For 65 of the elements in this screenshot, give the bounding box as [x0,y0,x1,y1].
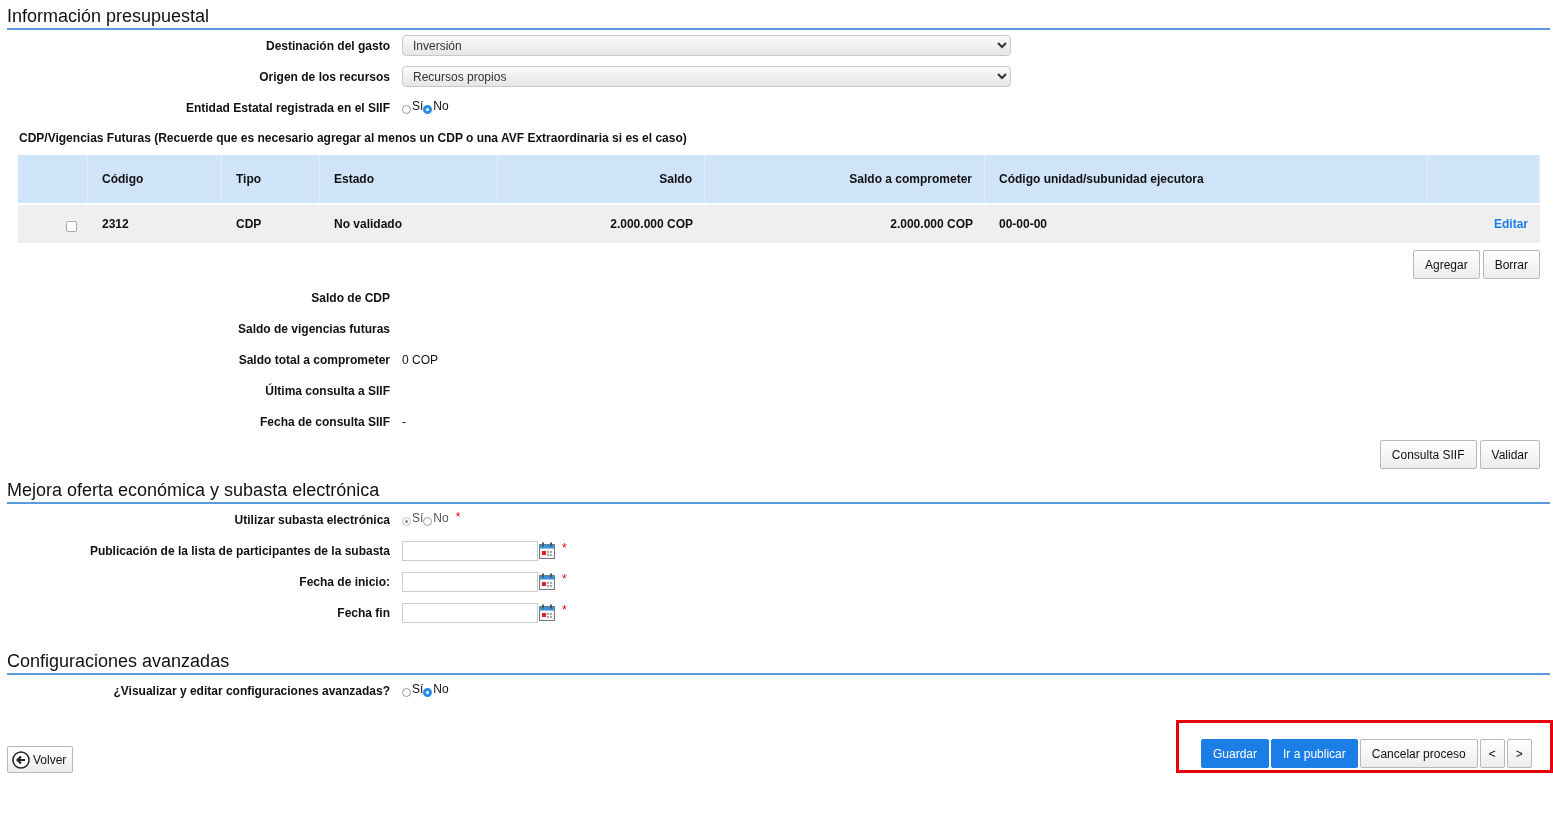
section-title: Configuraciones avanzadas [7,650,230,672]
summary-value: - [402,414,406,429]
summary-label: Fecha de consulta SIIF [258,414,391,429]
summary-label: Última consulta a SIIF [264,383,391,398]
date-field[interactable] [402,540,538,561]
field-label: Fecha de inicio: [298,574,391,589]
field-label: Fecha fin [336,605,391,620]
footer-button[interactable]: Cancelar proceso [1359,739,1478,768]
column-header: Tipo [236,172,262,186]
radio-label: Sí [412,681,424,696]
radio-label: No [433,681,449,696]
calendar-icon[interactable] [539,542,555,559]
summary-label: Saldo de CDP [310,290,391,305]
table-cell: 00-00-00 [999,217,1048,231]
field-label: ¿Visualizar y editar configuraciones avanzadas? [112,683,391,698]
required-asterisk: * [562,602,567,617]
table-cell: 2.000.000 COP [890,217,973,231]
required-asterisk: * [562,571,567,586]
column-header: Estado [334,172,374,186]
radio-label: Sí [412,98,424,113]
field-label: Origen de los recursos [258,69,391,84]
section-title: Información presupuestal [7,5,210,27]
column-header: Código [102,172,144,186]
dropdown[interactable]: Recursos propios [402,66,1011,87]
action-button[interactable]: Consulta SIIF [1379,440,1477,469]
required-asterisk: * [562,540,567,555]
table-cell: No validado [334,217,402,231]
row-checkbox[interactable] [66,220,77,232]
summary-value: 0 COP [402,352,438,367]
section-title: Mejora oferta económica y subasta electrónica [7,479,380,501]
column-header: Saldo [659,172,692,186]
date-field[interactable] [402,571,538,592]
radio-button[interactable] [423,104,433,114]
footer-button[interactable]: < [1479,739,1505,768]
radio-label: Sí [412,510,424,525]
radio-label: No [433,510,449,525]
action-button[interactable]: Validar [1479,440,1540,469]
field-label: Entidad Estatal registrada en el SIIF [184,100,391,115]
table-caption: CDP/Vigencias Futuras (Recuerde que es necesario agregar al menos un CDP o una AVF Extraordinaria si es el caso) [19,131,688,147]
column-header: Código unidad/subunidad ejecutora [999,172,1204,186]
table-cell: 2.000.000 COP [610,217,693,231]
calendar-icon[interactable] [539,604,555,621]
radio-label: No [433,98,449,113]
table-cell: 2312 [102,217,129,231]
date-field[interactable] [402,602,538,623]
footer-button[interactable]: Ir a publicar [1271,739,1358,768]
summary-label: Saldo de vigencias futuras [236,321,391,336]
table-button[interactable]: Borrar [1482,250,1540,279]
table-cell: CDP [236,217,262,231]
footer-button[interactable]: Guardar [1201,739,1270,768]
calendar-icon[interactable] [539,573,555,590]
required-asterisk: * [455,509,461,524]
dropdown[interactable]: Inversión [402,35,1011,56]
table-button[interactable]: Agregar [1412,250,1480,279]
field-label: Utilizar subasta electrónica [233,512,391,527]
radio-button[interactable] [402,687,411,697]
radio-button[interactable] [423,687,433,697]
field-label: Publicación de la lista de participantes de la subasta [88,543,391,558]
back-button[interactable]: Volver [7,746,74,773]
footer-button[interactable]: > [1506,739,1532,768]
radio-button[interactable] [402,104,411,114]
summary-label: Saldo total a comprometer [237,352,391,367]
edit-link[interactable]: Editar [1494,217,1528,231]
column-header: Saldo a comprometer [849,172,972,186]
field-label: Destinación del gasto [264,38,391,53]
